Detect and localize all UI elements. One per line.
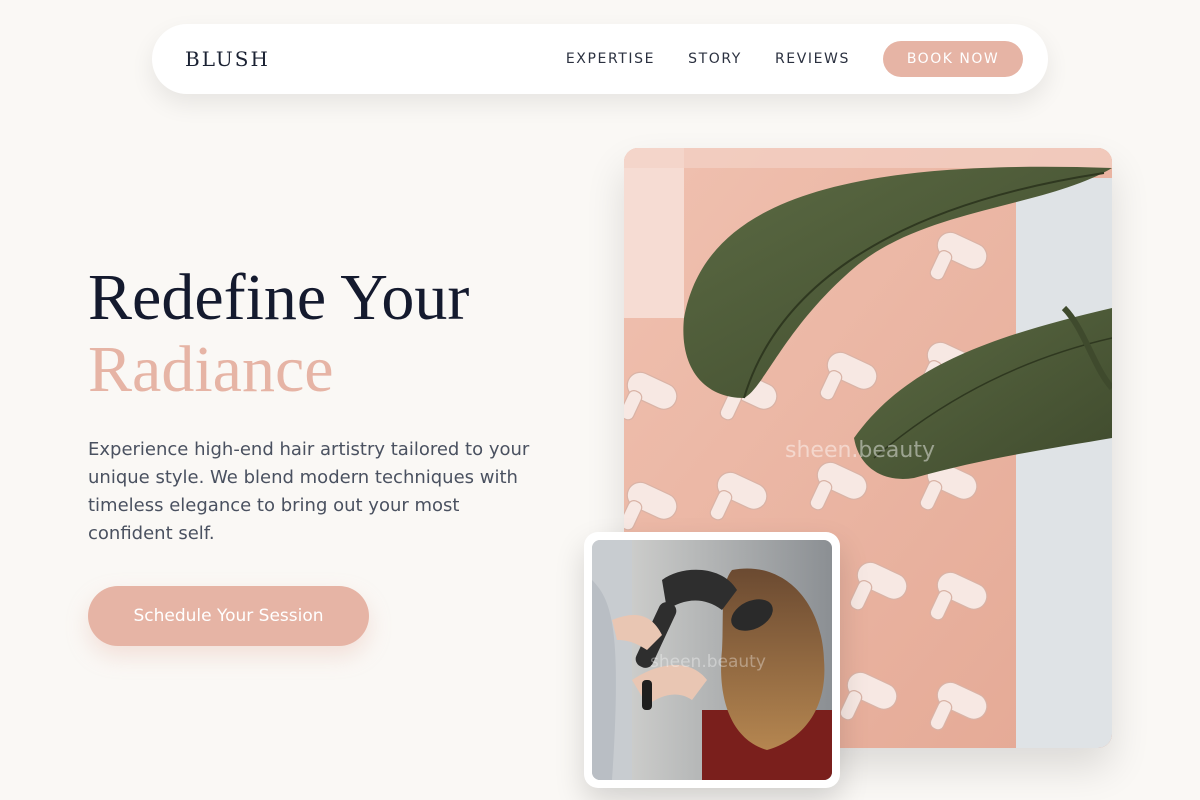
nav-links: EXPERTISE STORY REVIEWS BOOK NOW (566, 41, 1023, 77)
inset-photo-watermark: sheen.beauty (650, 652, 766, 672)
hero-title-accent: Radiance (88, 333, 334, 406)
nav-link-story[interactable]: STORY (688, 51, 742, 67)
main-photo-watermark: sheen.beauty (785, 438, 935, 463)
stylist-photo-card: sheen.beauty (584, 532, 840, 788)
top-nav: BLUSH EXPERTISE STORY REVIEWS BOOK NOW (152, 24, 1048, 94)
hero-title: Redefine Your Radiance (88, 262, 558, 406)
nav-link-expertise[interactable]: EXPERTISE (566, 51, 655, 67)
brand-logo[interactable]: BLUSH (185, 47, 270, 71)
hero-title-line1: Redefine Your (88, 261, 470, 334)
hero-description: Experience high-end hair artistry tailor… (88, 439, 530, 544)
schedule-session-button[interactable]: Schedule Your Session (88, 586, 369, 646)
book-now-button[interactable]: BOOK NOW (883, 41, 1023, 77)
hero-section: Redefine Your Radiance Experience high-e… (88, 262, 558, 646)
nav-link-reviews[interactable]: REVIEWS (775, 51, 850, 67)
stylist-photo: sheen.beauty (592, 540, 832, 780)
